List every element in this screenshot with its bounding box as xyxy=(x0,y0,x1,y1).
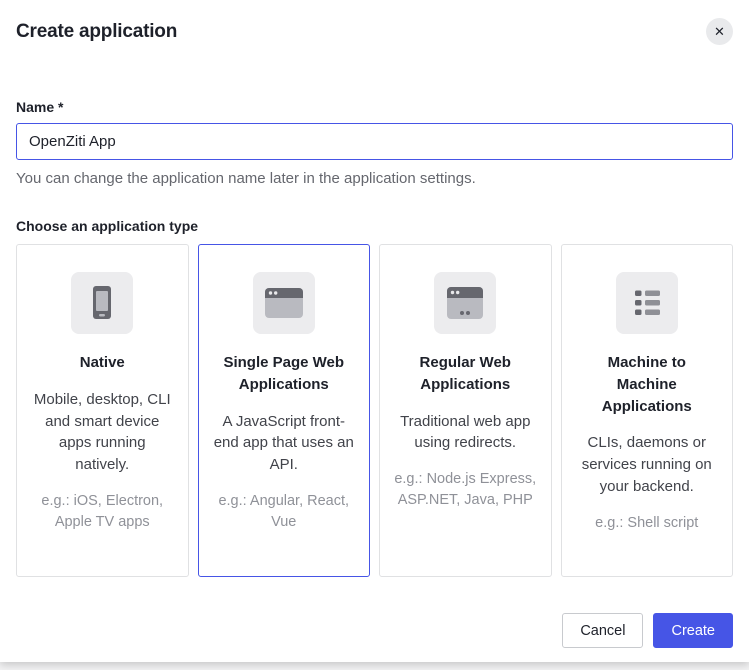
server-window-icon xyxy=(434,272,496,334)
card-example: e.g.: iOS, Electron, Apple TV apps xyxy=(29,491,176,533)
card-example: e.g.: Node.js Express, ASP.NET, Java, PH… xyxy=(392,469,539,511)
card-description: A JavaScript front-end app that uses an … xyxy=(213,411,355,476)
modal-footer: Cancel Create xyxy=(0,613,749,662)
card-title: Native xyxy=(41,352,163,374)
card-title: Regular Web Applications xyxy=(404,352,526,396)
browser-window-icon xyxy=(253,272,315,334)
modal-body: Name * You can change the application na… xyxy=(0,45,749,613)
card-title: Machine to Machine Applications xyxy=(586,352,708,417)
name-helper-text: You can change the application name late… xyxy=(16,170,733,187)
page-title: Create application xyxy=(16,21,177,43)
close-button[interactable]: ✕ xyxy=(706,18,733,45)
card-example: e.g.: Shell script xyxy=(574,513,721,534)
name-label: Name * xyxy=(16,99,733,115)
application-type-cards: Native Mobile, desktop, CLI and smart de… xyxy=(16,244,733,577)
modal-header: Create application ✕ xyxy=(0,0,749,45)
card-title: Single Page Web Applications xyxy=(223,352,345,396)
card-description: Mobile, desktop, CLI and smart device ap… xyxy=(31,389,173,476)
cancel-button[interactable]: Cancel xyxy=(562,613,643,648)
name-label-text: Name xyxy=(16,99,54,115)
card-description: CLIs, daemons or services running on you… xyxy=(576,432,718,497)
card-description: Traditional web app using redirects. xyxy=(394,411,536,455)
create-application-modal: Create application ✕ Name * You can chan… xyxy=(0,0,749,662)
card-regular-web[interactable]: Regular Web Applications Traditional web… xyxy=(379,244,552,577)
name-input[interactable] xyxy=(16,123,733,160)
create-button[interactable]: Create xyxy=(653,613,733,648)
card-example: e.g.: Angular, React, Vue xyxy=(211,491,358,533)
required-asterisk: * xyxy=(58,99,63,115)
card-machine-to-machine[interactable]: Machine to Machine Applications CLIs, da… xyxy=(561,244,734,577)
smartphone-icon xyxy=(71,272,133,334)
close-icon: ✕ xyxy=(714,25,725,38)
card-native[interactable]: Native Mobile, desktop, CLI and smart de… xyxy=(16,244,189,577)
card-single-page-web[interactable]: Single Page Web Applications A JavaScrip… xyxy=(198,244,371,577)
list-icon xyxy=(616,272,678,334)
application-type-label: Choose an application type xyxy=(16,218,733,234)
